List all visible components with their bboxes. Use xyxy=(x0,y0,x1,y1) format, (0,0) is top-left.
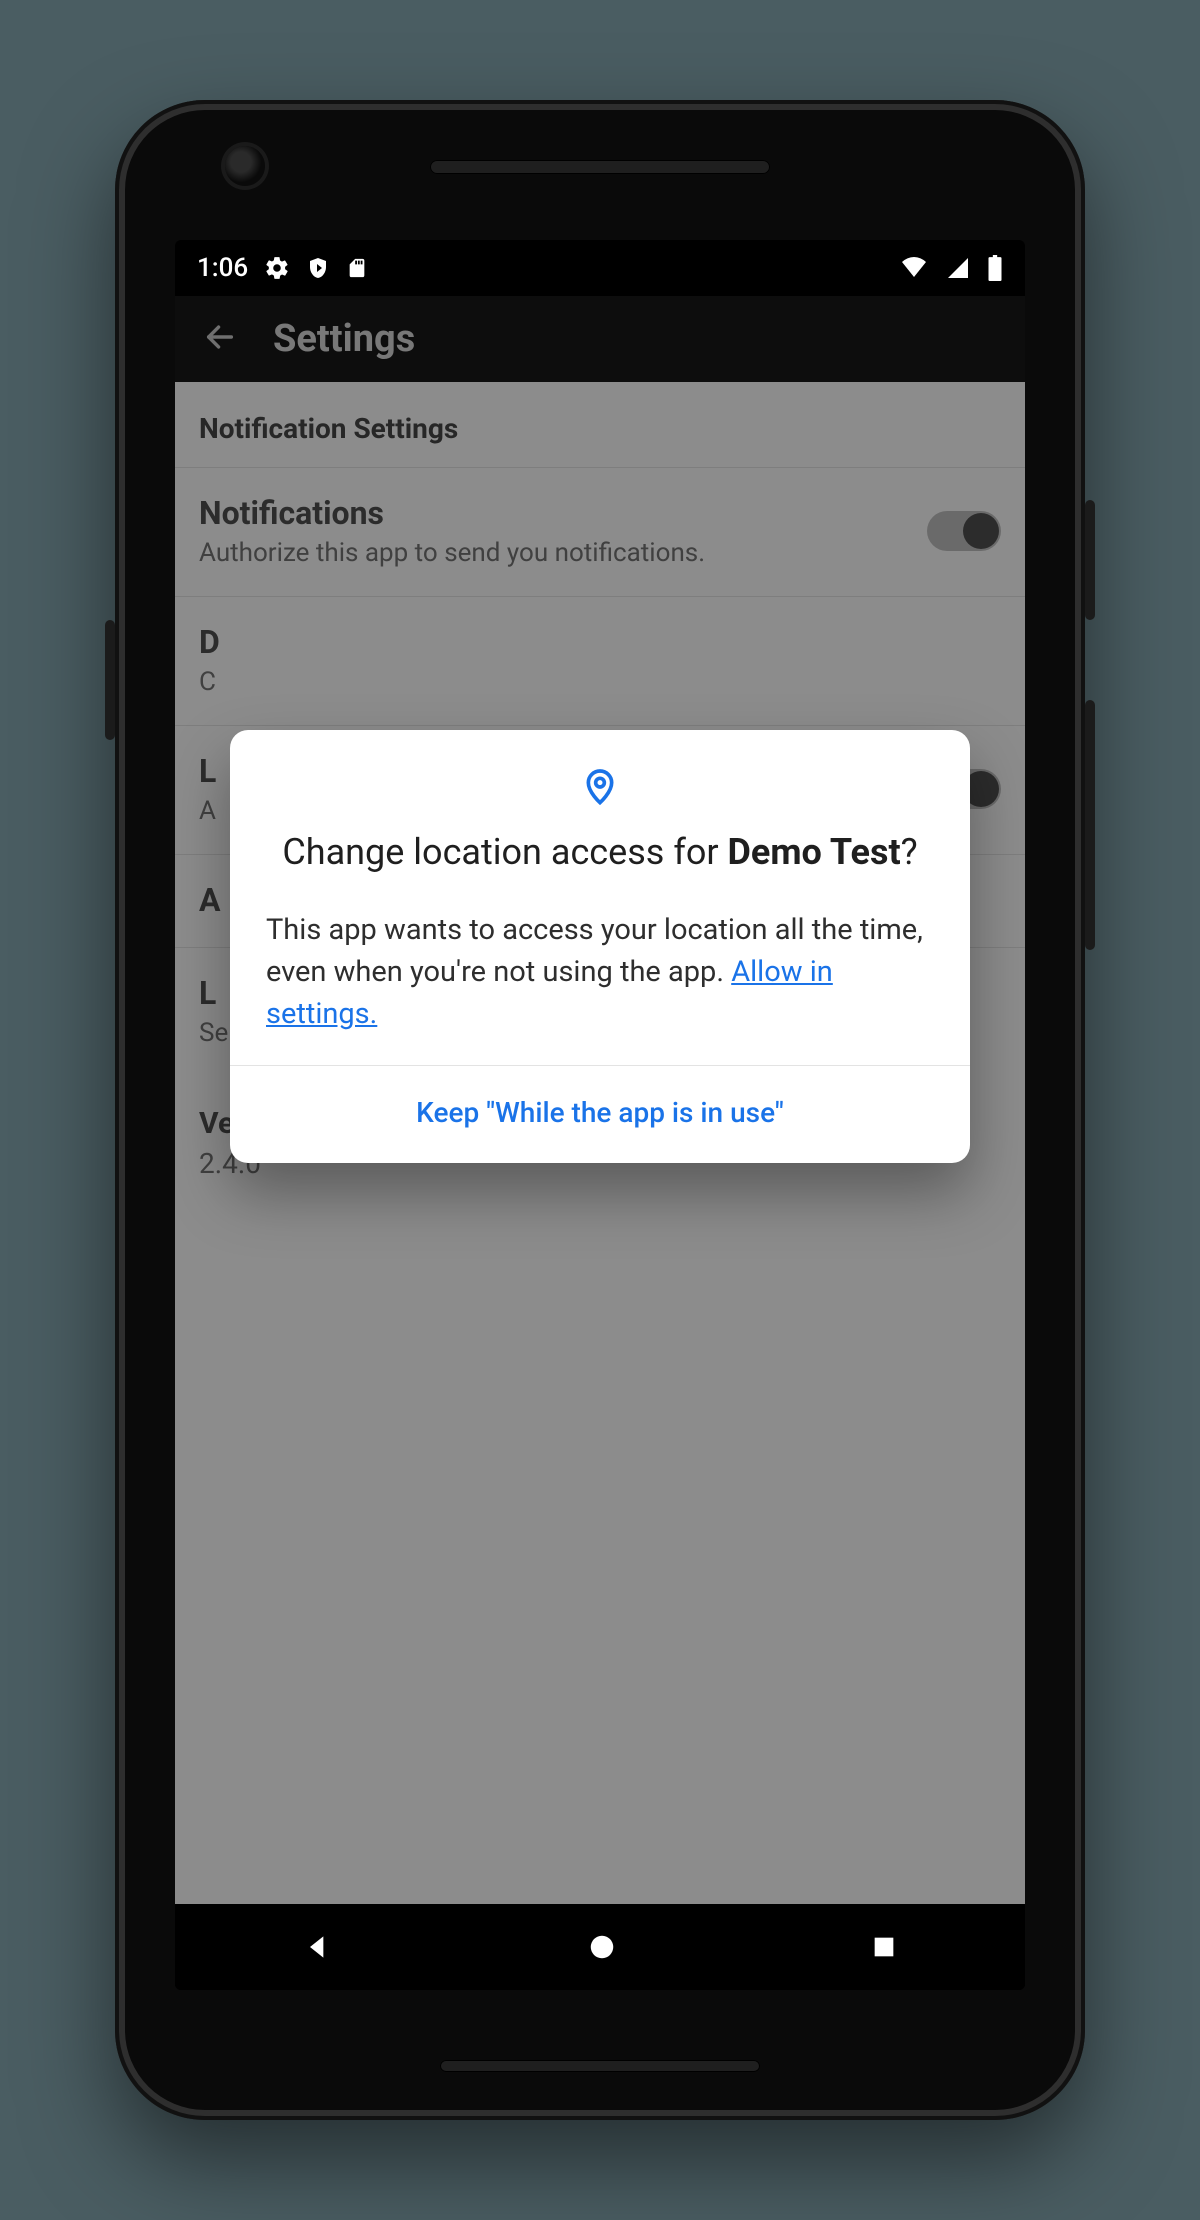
phone-frame: 1:06 xyxy=(115,100,1085,2120)
nav-back-icon[interactable] xyxy=(302,1931,334,1963)
battery-icon xyxy=(987,255,1003,281)
gear-icon xyxy=(264,255,290,281)
side-button xyxy=(105,620,115,740)
nav-recent-icon[interactable] xyxy=(870,1933,898,1961)
keep-while-in-use-button[interactable]: Keep "While the app is in use" xyxy=(230,1066,970,1163)
screen: 1:06 xyxy=(175,240,1025,1990)
dialog-title-appname: Demo Test xyxy=(728,831,901,873)
wifi-icon xyxy=(899,256,929,280)
side-button xyxy=(1085,500,1095,620)
dialog-body: This app wants to access your location a… xyxy=(230,885,970,1065)
dialog-title-text: Change location access for xyxy=(282,831,727,873)
signal-icon xyxy=(945,256,971,280)
clock: 1:06 xyxy=(197,253,248,283)
location-pin-icon xyxy=(230,730,970,806)
android-nav-bar xyxy=(175,1904,1025,1990)
permission-dialog: Change location access for Demo Test? Th… xyxy=(230,730,970,1163)
sd-card-icon xyxy=(346,255,368,281)
status-bar: 1:06 xyxy=(175,240,1025,296)
nav-home-icon[interactable] xyxy=(587,1932,617,1962)
shield-icon xyxy=(306,255,330,281)
front-camera xyxy=(225,146,265,186)
dialog-title: Change location access for Demo Test? xyxy=(230,806,970,885)
side-button xyxy=(1085,700,1095,950)
dialog-title-text: ? xyxy=(901,831,918,873)
